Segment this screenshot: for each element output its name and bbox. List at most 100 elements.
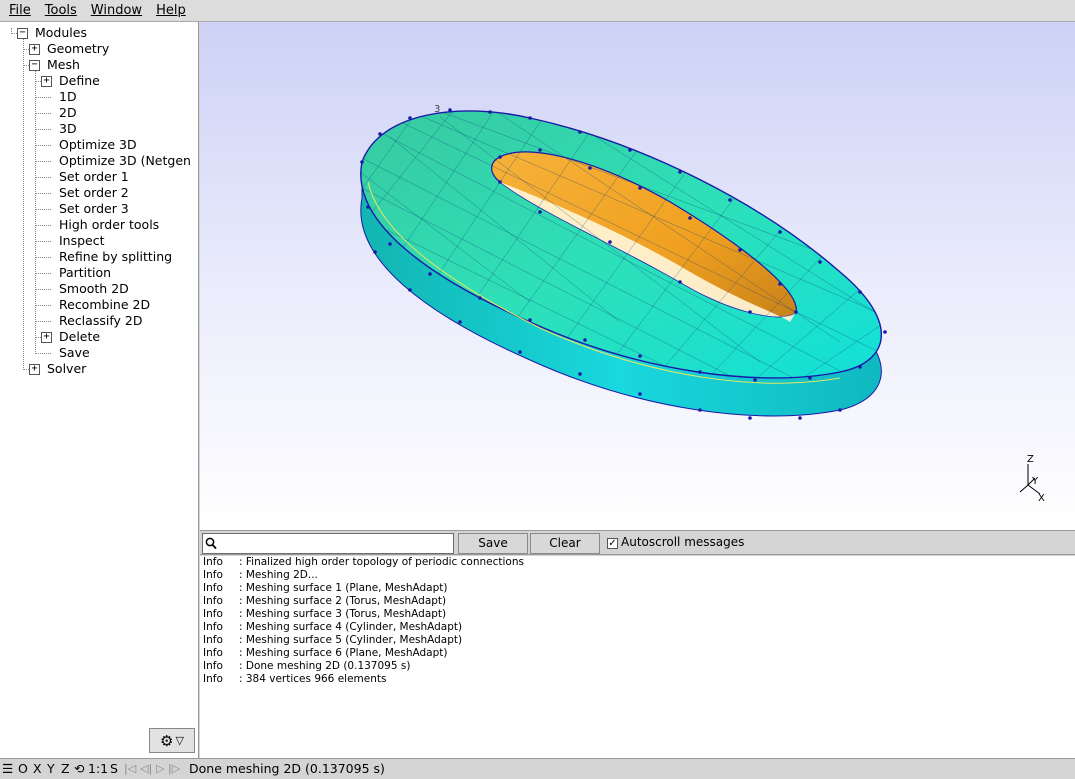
tree-item-label: 1D — [59, 89, 77, 104]
torus-mesh-render: 3 Z Y X — [360, 104, 1045, 504]
tree-item-delete[interactable]: + Delete — [0, 329, 198, 345]
first-step-icon[interactable]: |◁ — [124, 759, 136, 779]
tree-item-partition[interactable]: Partition — [0, 265, 198, 281]
log-line: Info: Meshing surface 1 (Plane, MeshAdap… — [203, 582, 447, 595]
autoscroll-checkbox[interactable]: ✓ — [607, 538, 618, 549]
view-z-button[interactable]: Z — [61, 759, 70, 779]
log-level: Info — [203, 673, 223, 685]
next-step-icon[interactable]: |▷ — [168, 759, 180, 779]
tree-item-label: 3D — [59, 121, 77, 136]
log-level: Info — [203, 569, 223, 581]
status-message: Done meshing 2D (0.137095 s) — [189, 761, 385, 776]
tree-item-modules[interactable]: − Modules — [0, 25, 198, 41]
tree-item-label: Reclassify 2D — [59, 313, 143, 328]
menu-help-label: Help — [156, 2, 186, 18]
collapse-icon[interactable]: − — [29, 60, 40, 71]
tree-item-optimize-3d[interactable]: Optimize 3D — [0, 137, 198, 153]
log-text: : Meshing surface 5 (Cylinder, MeshAdapt… — [239, 634, 463, 646]
tree-item-reclassify-2d[interactable]: Reclassify 2D — [0, 313, 198, 329]
options-button[interactable]: ⚙ ▽ — [149, 728, 195, 753]
tree-connector — [35, 305, 51, 306]
tree-item-label: Geometry — [47, 41, 110, 56]
tree-item-label: Solver — [47, 361, 87, 376]
chevron-down-icon: ▽ — [175, 734, 184, 747]
expand-icon[interactable]: + — [29, 364, 40, 375]
axis-y-label: Y — [1031, 476, 1039, 487]
prev-step-icon[interactable]: ◁| — [140, 759, 152, 779]
menu-bar: File Tools Window Help — [0, 0, 1075, 22]
tree-item-label: Recombine 2D — [59, 297, 151, 312]
tree-item-label: 2D — [59, 105, 77, 120]
tree-item-label: Refine by splitting — [59, 249, 173, 264]
tree-connector — [35, 193, 51, 194]
log-text: : Meshing surface 6 (Plane, MeshAdapt) — [239, 647, 448, 659]
play-icon[interactable]: ▷ — [156, 759, 164, 779]
expand-icon[interactable]: + — [41, 332, 52, 343]
menu-tools[interactable]: Tools — [38, 1, 84, 21]
menu-toggle-icon[interactable]: ☰ — [2, 759, 13, 779]
log-level: Info — [203, 595, 223, 607]
tree-item-mesh[interactable]: − Mesh — [0, 57, 198, 73]
tree-item-label: Set order 2 — [59, 185, 129, 200]
rotate-icon[interactable]: ⟲ — [74, 759, 84, 779]
menu-file[interactable]: File — [2, 1, 38, 21]
log-line: Info : Meshing surface 6 (Plane, MeshAdap… — [203, 647, 447, 660]
tree-item-label: Inspect — [59, 233, 105, 248]
axis-z-label: Z — [1027, 454, 1034, 465]
clear-messages-button[interactable]: Clear — [530, 533, 600, 554]
tree-item-smooth-2d[interactable]: Smooth 2D — [0, 281, 198, 297]
tree-item-set-order-1[interactable]: Set order 1 — [0, 169, 198, 185]
model-tag: 3 — [434, 104, 440, 115]
log-text: : Meshing surface 4 (Cylinder, MeshAdapt… — [239, 621, 463, 633]
tree-item-label: Set order 3 — [59, 201, 129, 216]
tree-item-inspect[interactable]: Inspect — [0, 233, 198, 249]
search-input[interactable] — [219, 535, 451, 552]
log-line: Info: Meshing 2D... — [203, 569, 318, 582]
tree-item-label: Smooth 2D — [59, 281, 129, 296]
message-log[interactable]: Info: Finalized high order topology of p… — [200, 556, 1075, 758]
log-text: : Done meshing 2D (0.137095 s) — [239, 660, 411, 672]
graphics-viewport[interactable]: 3 Z Y X — [200, 22, 1075, 530]
tree-item-label: Optimize 3D (Netgen — [59, 153, 191, 168]
log-level: Info — [203, 608, 223, 620]
menu-window[interactable]: Window — [84, 1, 149, 21]
log-text: : Meshing surface 2 (Torus, MeshAdapt) — [239, 595, 447, 607]
menu-help[interactable]: Help — [149, 1, 193, 21]
log-text: : Meshing surface 1 (Plane, MeshAdapt) — [239, 582, 448, 594]
view-y-button[interactable]: Y — [47, 759, 55, 779]
tree-item-label: Delete — [59, 329, 101, 344]
tree-item-optimize-3d-netgen[interactable]: Optimize 3D (Netgen — [0, 153, 198, 169]
tree-connector — [35, 225, 51, 226]
message-search[interactable] — [202, 533, 454, 554]
tree-item-save[interactable]: Save — [0, 345, 198, 361]
save-messages-button[interactable]: Save — [458, 533, 528, 554]
log-line: Info: Done meshing 2D (0.137095 s) — [203, 660, 410, 673]
tree-item-refine-by-splitting[interactable]: Refine by splitting — [0, 249, 198, 265]
expand-icon[interactable]: + — [29, 44, 40, 55]
snapshot-button[interactable]: S — [110, 759, 118, 779]
tree-item-1d[interactable]: 1D — [0, 89, 198, 105]
tree-item-3d[interactable]: 3D — [0, 121, 198, 137]
tree-connector — [35, 177, 51, 178]
tree-connector — [35, 289, 51, 290]
tree-item-recombine-2d[interactable]: Recombine 2D — [0, 297, 198, 313]
view-x-button[interactable]: X — [33, 759, 42, 779]
tree-item-solver[interactable]: + Solver — [0, 361, 198, 377]
tree-item-2d[interactable]: 2D — [0, 105, 198, 121]
scale-button[interactable]: 1:1 — [88, 759, 108, 779]
tree-item-label: Partition — [59, 265, 112, 280]
view-o-button[interactable]: O — [18, 759, 28, 779]
collapse-icon[interactable]: − — [17, 28, 28, 39]
log-level: Info — [203, 647, 223, 659]
tree-item-define[interactable]: + Define — [0, 73, 198, 89]
log-line: Info: 384 vertices 966 elements — [203, 673, 386, 686]
expand-icon[interactable]: + — [41, 76, 52, 87]
menu-tools-label: Tools — [44, 2, 77, 18]
tree-item-high-order-tools[interactable]: High order tools — [0, 217, 198, 233]
tree-item-geometry[interactable]: + Geometry — [0, 41, 198, 57]
tree-connector — [35, 209, 51, 210]
gear-icon: ⚙ — [160, 731, 174, 750]
log-line: Info: Finalized high order topology of p… — [203, 556, 524, 569]
tree-item-set-order-3[interactable]: Set order 3 — [0, 201, 198, 217]
tree-item-set-order-2[interactable]: Set order 2 — [0, 185, 198, 201]
